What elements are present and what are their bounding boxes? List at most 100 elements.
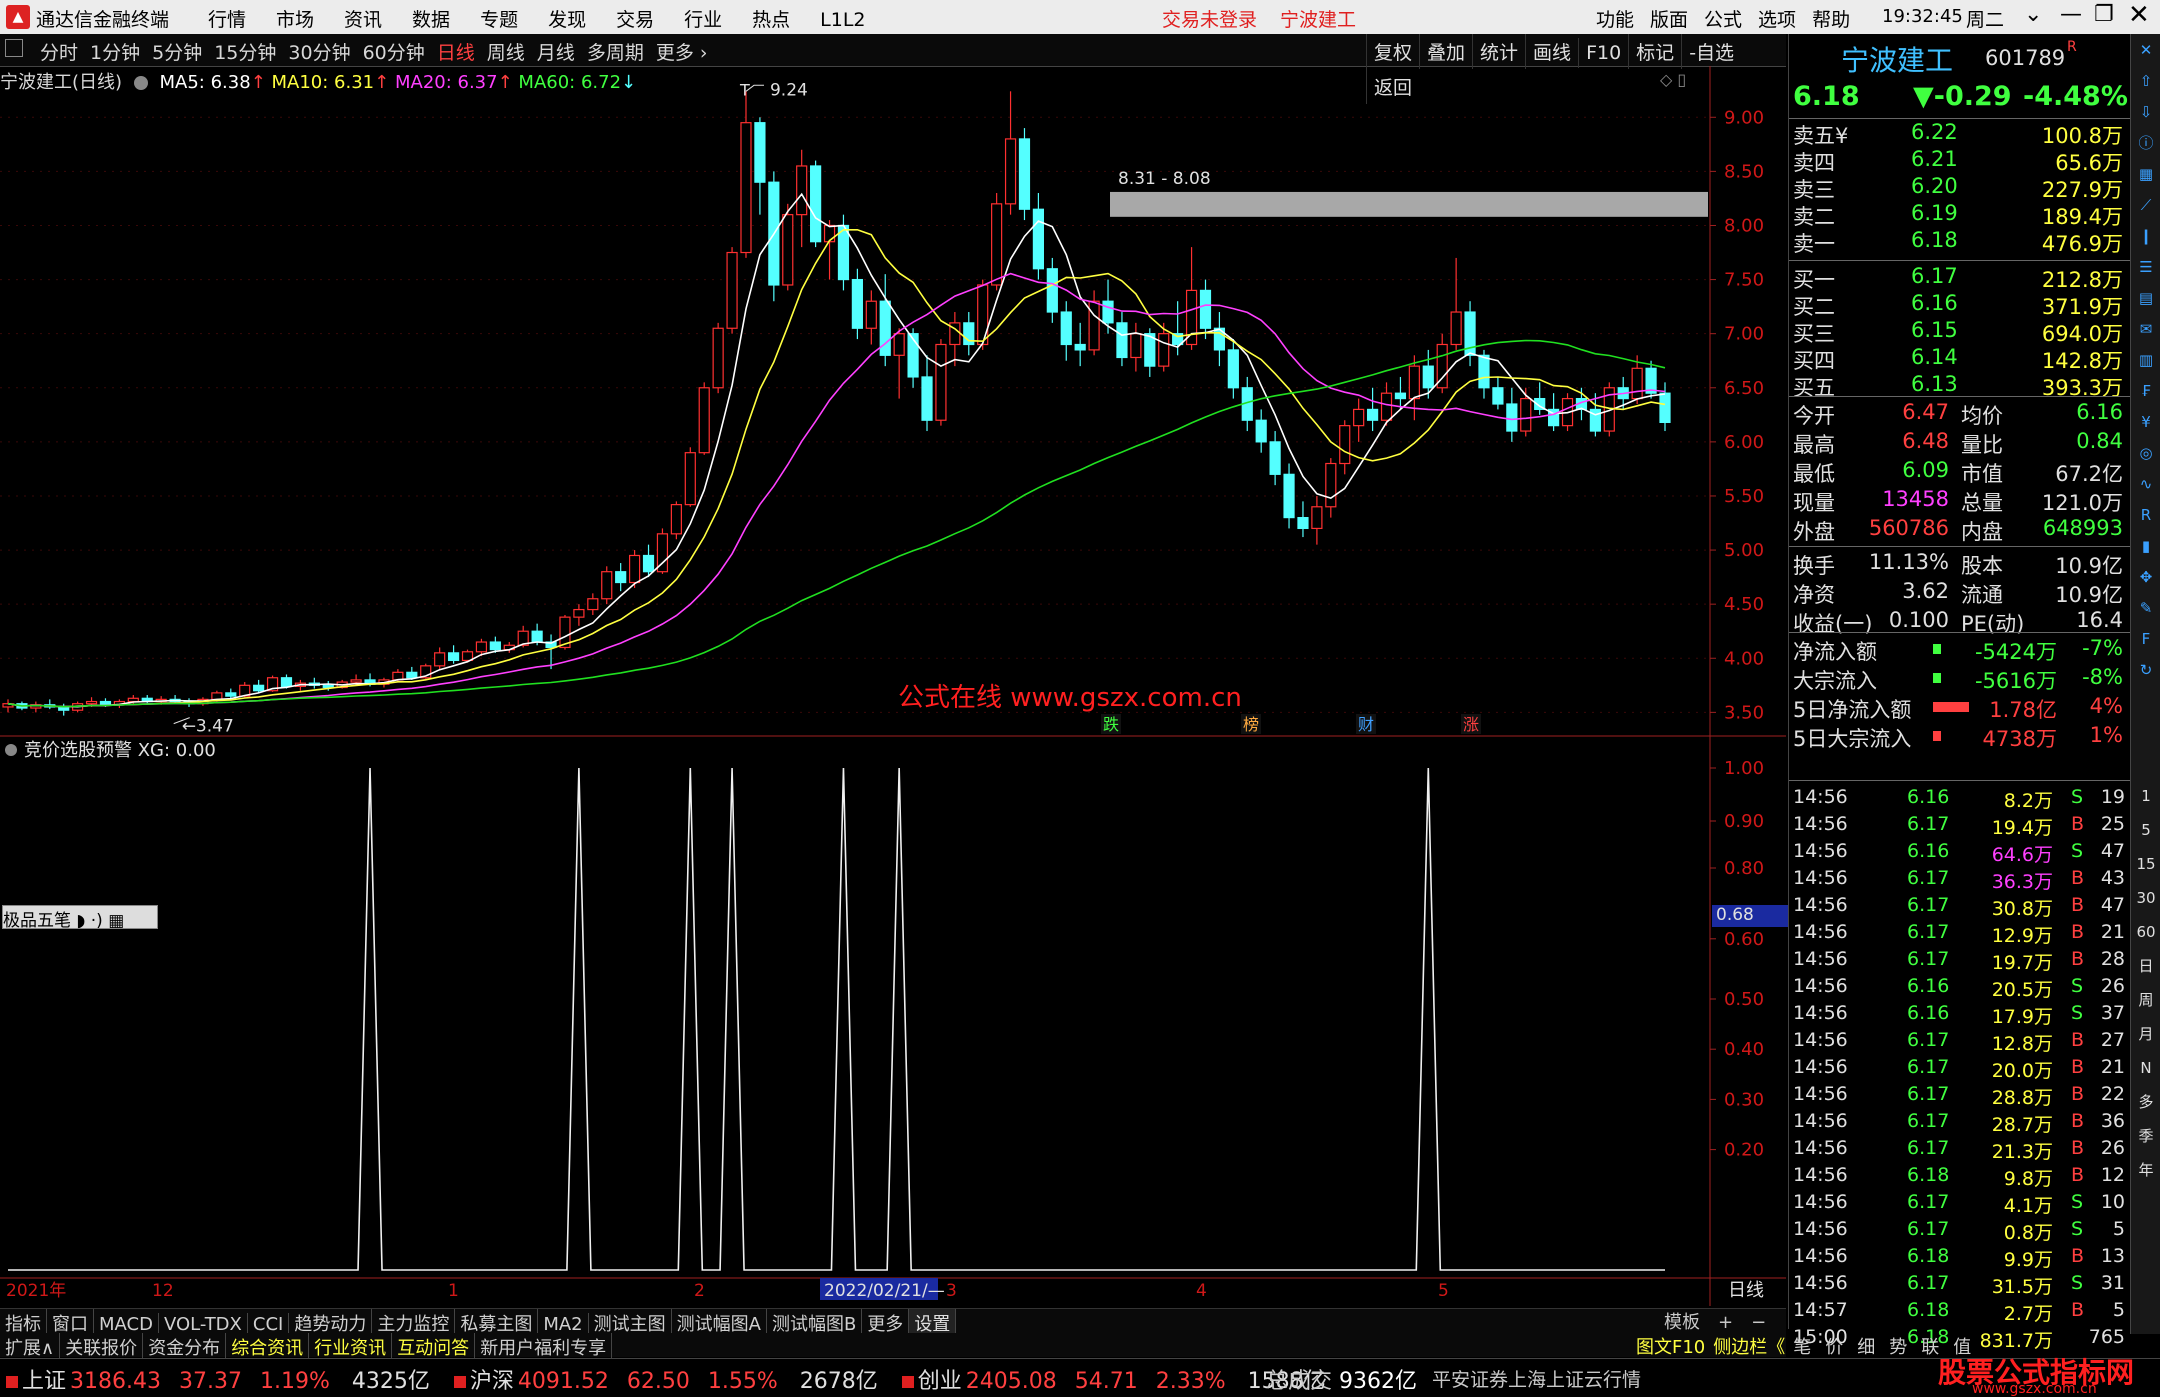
period-tab-10[interactable]: 更多 › [650,34,714,69]
ext-item-2[interactable]: 资金分布 [143,1333,227,1361]
right-menu-4[interactable]: 帮助 [1812,9,1850,31]
compass-icon[interactable]: ✥ [2135,565,2157,589]
target-icon[interactable]: ◎ [2135,441,2157,465]
ext-right-2[interactable]: 笔 [1793,1337,1811,1358]
sidebar-period-3[interactable]: 30 [2135,886,2157,910]
period-tab-3[interactable]: 15分钟 [208,34,282,69]
bid-row[interactable]: 买三 6.15 694.0万 [1793,318,2127,346]
tool-button-2[interactable]: 统计 [1472,34,1525,69]
event-mark[interactable]: 榜 [1243,715,1259,734]
tool-button-1[interactable]: 叠加 [1419,34,1472,69]
tool-button-5[interactable]: 标记 [1628,34,1681,69]
sidebar-period-7[interactable]: 月 [2135,1022,2157,1046]
sidebar-period-6[interactable]: 周 [2135,988,2157,1012]
ext-right-0[interactable]: 图文F10 [1636,1337,1705,1358]
ext-item-6[interactable]: 新用户福利专享 [475,1333,613,1361]
bid-row[interactable]: 买四 6.14 142.8万 [1793,345,2127,373]
kline-chart[interactable]: 9.00 8.50 8.00 7.50 7.00 6.50 6.00 5.50 5.00 4.50… [0,66,1786,1306]
menu-4[interactable]: 专题 [480,9,518,31]
bid-row[interactable]: 买二 6.16 371.9万 [1793,291,2127,319]
window-menu-icon[interactable]: ⌄ [2024,2,2042,27]
ext-right-3[interactable]: 价 [1825,1337,1843,1358]
menu-2[interactable]: 资讯 [344,9,382,31]
fs-icon[interactable]: F [2135,627,2157,651]
info-icon[interactable]: ⓘ [2135,131,2157,155]
period-tab-9[interactable]: 多周期 [581,34,650,69]
minimize-icon[interactable]: — [2060,2,2082,27]
close-icon[interactable]: ✕ [2135,38,2157,62]
period-tab-8[interactable]: 月线 [531,34,581,69]
menu-5[interactable]: 发现 [548,9,586,31]
ext-right-4[interactable]: 细 [1857,1337,1875,1358]
template-control-1[interactable]: + [1718,1312,1733,1333]
ext-item-5[interactable]: 互动问答 [392,1333,476,1361]
event-mark[interactable]: 财 [1358,715,1374,734]
right-menu-1[interactable]: 版面 [1650,9,1688,31]
period-tab-7[interactable]: 周线 [481,34,531,69]
sidebar-period-11[interactable]: 年 [2135,1158,2157,1182]
tool-button-6[interactable]: -自选 [1681,34,1741,69]
index-item[interactable]: 创业 2405.08 54.71 2.33% 1588亿 [896,1369,1326,1394]
refresh-icon[interactable]: ↻ [2135,658,2157,682]
chart-icon[interactable]: ⟋ [2135,193,2157,217]
sidebar-period-2[interactable]: 15 [2135,852,2157,876]
period-tab-1[interactable]: 1分钟 [84,34,146,69]
up-arrow-icon[interactable]: ⇧ [2135,69,2157,93]
ask-row[interactable]: 卖一 6.18 476.9万 [1793,228,2127,256]
panel-toggle-icon[interactable] [5,39,23,57]
menu-1[interactable]: 市场 [276,9,314,31]
candle-icon[interactable]: ❙ [2135,224,2157,248]
tick-list[interactable]: 14:56 6.16 8.2万 S 19 14:56 6.17 19.4万 B 25 14:56 6.… [1789,752,2131,1352]
doc-icon[interactable]: ▥ [2135,348,2157,372]
fund-icon[interactable]: ₣ [2135,379,2157,403]
menu-7[interactable]: 行业 [684,9,722,31]
tool-button-4[interactable]: F10 [1578,38,1628,68]
grid-icon[interactable]: ▦ [2135,162,2157,186]
period-tab-5[interactable]: 60分钟 [357,34,431,69]
period-tab-4[interactable]: 30分钟 [282,34,356,69]
right-menu-3[interactable]: 选项 [1758,9,1796,31]
rsi-icon[interactable]: R [2135,503,2157,527]
event-mark[interactable]: 涨 [1463,715,1479,734]
tool-button-0[interactable]: 复权 [1366,34,1419,69]
period-tab-2[interactable]: 5分钟 [146,34,208,69]
bid-row[interactable]: 买一 6.17 212.8万 [1793,264,2127,292]
f10-icon[interactable]: ▤ [2135,286,2157,310]
trade-status[interactable]: 交易未登录 [1162,5,1257,32]
sidebar-period-0[interactable]: 1 [2135,784,2157,808]
close-window-icon[interactable]: ✕ [2128,0,2150,30]
input-method-bar[interactable]: 极品五笔 ◗ ·) ▦ [2,905,158,931]
template-control-0[interactable]: 模板 [1664,1312,1700,1333]
menu-3[interactable]: 数据 [412,9,450,31]
level-icon[interactable]: ▮ [2135,534,2157,558]
bid-row[interactable]: 买五 6.13 393.3万 [1793,372,2127,400]
list-icon[interactable]: ☰ [2135,255,2157,279]
down-arrow-icon[interactable]: ⇩ [2135,100,2157,124]
ext-item-1[interactable]: 关联报价 [60,1333,144,1361]
ext-item-0[interactable]: 扩展∧ [0,1333,61,1361]
money-icon[interactable]: ¥ [2135,410,2157,434]
tool-button-3[interactable]: 画线 [1525,34,1578,69]
sidebar-period-10[interactable]: 季 [2135,1124,2157,1148]
menu-8[interactable]: 热点 [752,9,790,31]
ask-row[interactable]: 卖二 6.19 189.4万 [1793,201,2127,229]
index-item[interactable]: 上证 3186.43 37.37 1.19% 4325亿 [0,1369,430,1394]
template-control-2[interactable]: − [1751,1312,1766,1333]
right-menu-2[interactable]: 公式 [1704,9,1742,31]
menu-9[interactable]: L1L2 [820,9,865,31]
sidebar-period-9[interactable]: 多 [2135,1090,2157,1114]
sidebar-period-8[interactable]: N [2135,1056,2157,1080]
index-item[interactable]: 沪深 4091.52 62.50 1.55% 2678亿 [448,1369,878,1394]
news-icon[interactable]: ✉ [2135,317,2157,341]
ask-row[interactable]: 卖四 6.21 65.6万 [1793,147,2127,175]
pen-icon[interactable]: ✎ [2135,596,2157,620]
right-menu-0[interactable]: 功能 [1596,9,1634,31]
event-mark[interactable]: 跌 [1103,715,1119,734]
indicator-settings-icon[interactable] [5,744,17,756]
ask-row[interactable]: 卖三 6.20 227.9万 [1793,174,2127,202]
sidebar-period-5[interactable]: 日 [2135,954,2157,978]
ext-item-4[interactable]: 行业资讯 [309,1333,393,1361]
ext-right-6[interactable]: 联 [1921,1337,1939,1358]
ext-right-1[interactable]: 侧边栏《 [1713,1337,1785,1358]
restore-icon[interactable]: ❐ [2094,2,2114,27]
